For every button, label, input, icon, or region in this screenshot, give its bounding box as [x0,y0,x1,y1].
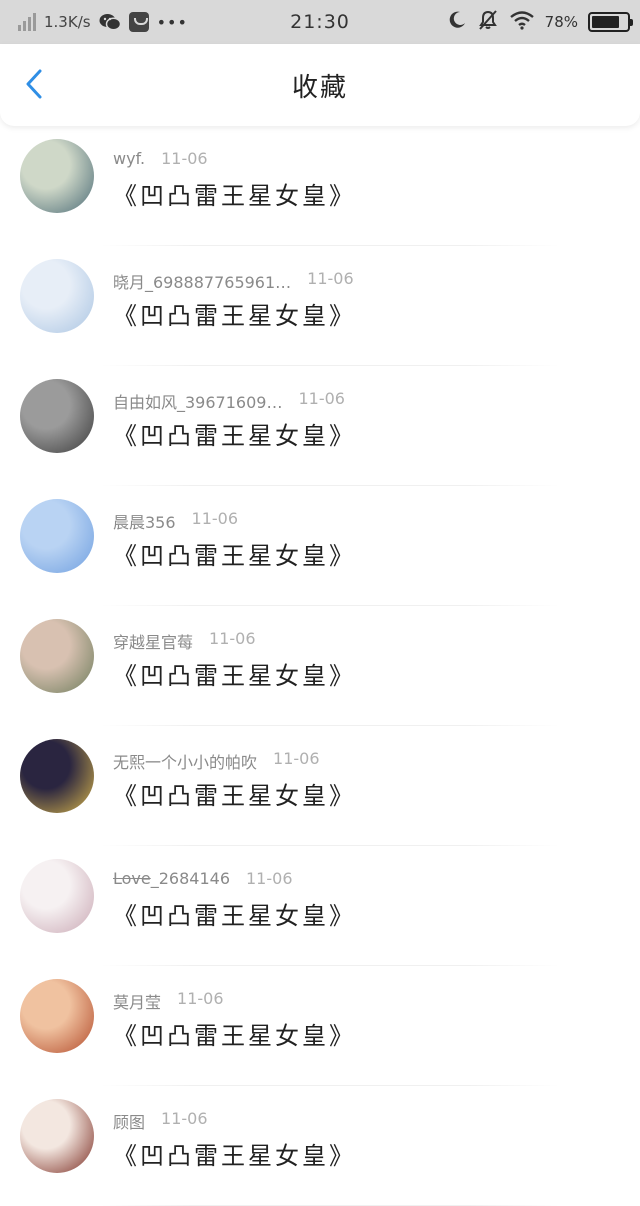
book-title[interactable]: 《凹凸雷王星女皇》 [113,536,356,571]
item-date: 11-06 [161,149,208,168]
book-title[interactable]: 《凹凸雷王星女皇》 [113,296,356,331]
book-title[interactable]: 《凹凸雷王星女皇》 [113,896,356,931]
item-meta: 无熙一个小小的帕吹 11-06 [113,749,320,773]
status-bar: 1.3K/s ••• 21:30 78% [0,0,640,44]
nav-bar: 收藏 [0,44,640,126]
username[interactable]: 莫月莹 [113,989,161,1013]
battery-percent: 78% [544,13,578,31]
book-title[interactable]: 《凹凸雷王星女皇》 [113,1016,356,1051]
item-date: 11-06 [177,989,224,1008]
avatar[interactable] [20,379,94,453]
avatar[interactable] [20,499,94,573]
list-item[interactable]: wyf. 11-06 《凹凸雷王星女皇》 [0,126,640,246]
username[interactable]: 自由如风_39671609… [113,389,282,413]
avatar[interactable] [20,619,94,693]
item-meta: 晓月_698887765961… 11-06 [113,269,354,293]
favorites-list: wyf. 11-06 《凹凸雷王星女皇》 晓月_698887765961… 11-06 《… [0,126,640,1206]
book-title[interactable]: 《凹凸雷王星女皇》 [113,176,356,211]
item-meta: Love_2684146 11-06 [113,869,293,888]
item-date: 11-06 [191,509,239,528]
item-date: 11-06 [246,869,293,888]
book-title[interactable]: 《凹凸雷王星女皇》 [113,656,356,691]
list-item[interactable]: 莫月莹 11-06 《凹凸雷王星女皇》 [0,966,640,1086]
list-item[interactable]: 穿越星官莓 11-06 《凹凸雷王星女皇》 [0,606,640,726]
username[interactable]: 晨晨356 [113,509,176,533]
username[interactable]: wyf. [113,149,145,168]
battery-icon [588,12,633,32]
status-right: 78% [447,0,633,44]
item-meta: 莫月莹 11-06 [113,989,224,1013]
book-title[interactable]: 《凹凸雷王星女皇》 [113,1136,356,1171]
item-date: 11-06 [209,629,256,648]
avatar[interactable] [20,859,94,933]
avatar[interactable] [20,139,94,213]
item-meta: wyf. 11-06 [113,149,208,168]
list-item[interactable]: 无熙一个小小的帕吹 11-06 《凹凸雷王星女皇》 [0,726,640,846]
bell-muted-icon [477,9,499,36]
avatar[interactable] [20,259,94,333]
item-date: 11-06 [161,1109,208,1128]
item-meta: 顾图 11-06 [113,1109,208,1133]
item-meta: 自由如风_39671609… 11-06 [113,389,345,413]
item-meta: 晨晨356 11-06 [113,509,238,533]
page-title: 收藏 [291,72,348,103]
username[interactable]: 晓月_698887765961… [113,269,291,293]
item-date: 11-06 [273,749,320,768]
username-rest: _2684146 [150,869,230,888]
moon-icon [447,10,467,35]
username-strike: Love [113,869,151,888]
book-title[interactable]: 《凹凸雷王星女皇》 [113,416,356,451]
avatar[interactable] [20,979,94,1053]
username[interactable]: 顾图 [113,1109,145,1133]
item-date: 11-06 [307,269,354,288]
username[interactable]: 穿越星官莓 [113,629,193,653]
list-item[interactable]: 晨晨356 11-06 《凹凸雷王星女皇》 [0,486,640,606]
wifi-icon [509,10,535,35]
username[interactable]: 无熙一个小小的帕吹 [113,749,257,773]
list-item[interactable]: Love_2684146 11-06 《凹凸雷王星女皇》 [0,846,640,966]
list-item[interactable]: 自由如风_39671609… 11-06 《凹凸雷王星女皇》 [0,366,640,486]
list-item[interactable]: 晓月_698887765961… 11-06 《凹凸雷王星女皇》 [0,246,640,366]
item-meta: 穿越星官莓 11-06 [113,629,256,653]
item-date: 11-06 [298,389,345,408]
avatar[interactable] [20,1099,94,1173]
avatar[interactable] [20,739,94,813]
book-title[interactable]: 《凹凸雷王星女皇》 [113,776,356,811]
username[interactable]: Love_2684146 [113,869,230,888]
list-item[interactable]: 顾图 11-06 《凹凸雷王星女皇》 [0,1086,640,1206]
